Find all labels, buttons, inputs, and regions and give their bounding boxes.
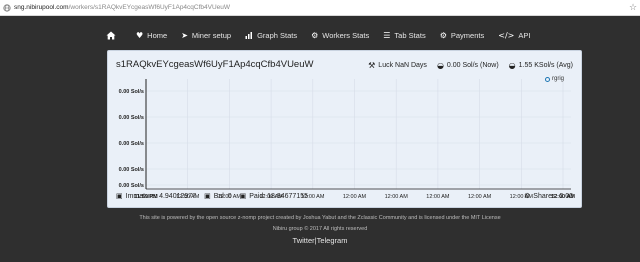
- luck-text: Luck NaN Days: [378, 62, 427, 69]
- immature-stat: ▣ Immature: 4.94012977: [116, 192, 196, 200]
- gears-icon: ⚙: [439, 30, 447, 40]
- y-tick-label: 0.00 Sol/s: [119, 89, 144, 95]
- paid-text: Paid: 18.94677155: [249, 192, 308, 200]
- y-tick-label: 0.00 Sol/s: [119, 115, 144, 121]
- bar-chart-icon: [245, 32, 253, 39]
- nav-home-icon-link[interactable]: [106, 31, 120, 40]
- star-icon[interactable]: ☆: [626, 3, 640, 13]
- footer-powered-by: This site is powered by the open source …: [139, 215, 501, 221]
- nav-tab-stats[interactable]: ☰ Tab Stats: [383, 31, 425, 40]
- y-tick-label: 0.00 Sol/s: [119, 141, 144, 147]
- money-icon: ▣: [239, 192, 247, 200]
- immature-text: Immature: 4.94012977: [125, 192, 197, 200]
- browser-address-bar[interactable]: sng.nibirupool.com/workers/s1RAQkvEYcgea…: [0, 0, 640, 16]
- gear-icon: ⚙: [524, 192, 531, 200]
- chart-legend[interactable]: rgrig: [544, 76, 564, 82]
- legend-dot: [544, 76, 550, 82]
- nav-home-label: Home: [147, 31, 168, 40]
- hashrate-now-stat: ◒ 0.00 Sol/s (Now): [437, 61, 499, 70]
- nav-api[interactable]: </> API: [498, 31, 530, 40]
- worker-panel: s1RAQkvEYcgeasWf6UyF1Ap4cqCfb4VUeuW ⚒ Lu…: [107, 50, 582, 208]
- list-icon: ☰: [383, 30, 391, 40]
- url-host: sng.nibirupool.com: [14, 4, 69, 11]
- legend-label: rgrig: [551, 76, 564, 82]
- nav-api-label: API: [518, 31, 531, 40]
- y-tick-label: 0.00 Sol/s: [119, 167, 144, 173]
- url-path: /workers/s1RAQkvEYcgeasWf6UyF1Ap4cqCfb4V…: [68, 4, 231, 11]
- worker-address: s1RAQkvEYcgeasWf6UyF1Ap4cqCfb4VUeuW: [116, 59, 314, 70]
- money-icon: ▣: [204, 192, 211, 200]
- telegram-link[interactable]: Telegram: [317, 236, 348, 245]
- worker-footer-stats: ▣ Immature: 4.94012977 ▣ Bal: 0 ▣ Paid: …: [116, 192, 573, 200]
- code-icon: </>: [498, 30, 515, 40]
- money-icon: ▣: [116, 192, 123, 200]
- y-tick-label: 0.00 Sol/s: [119, 183, 144, 189]
- nav-tab-stats-label: Tab Stats: [394, 31, 426, 40]
- nav-workers-stats-label: Workers Stats: [322, 31, 370, 40]
- nav-home[interactable]: ♥ Home: [136, 31, 167, 40]
- hammer-icon: ⚒: [368, 61, 376, 70]
- hashrate-avg-text: 1.55 KSol/s (Avg): [518, 62, 573, 69]
- nav-payments[interactable]: ⚙ Payments: [440, 31, 485, 40]
- nav-miner-setup-label: Miner setup: [191, 31, 232, 40]
- shares-text: Shares: 0.00: [533, 192, 573, 200]
- dashboard-icon: ◒: [508, 61, 516, 70]
- gears-icon: ⚙: [311, 30, 319, 40]
- rocket-icon: ➤: [181, 30, 188, 40]
- worker-header-stats: ⚒ Luck NaN Days ◒ 0.00 Sol/s (Now) ◒ 1.5…: [358, 61, 573, 70]
- nav-miner-setup[interactable]: ➤ Miner setup: [181, 31, 231, 40]
- hashrate-chart-svg: 0.00 Sol/s 0.00 Sol/s 0.00 Sol/s 0.00 Sol/s…: [119, 79, 575, 200]
- globe-icon: [0, 3, 14, 12]
- footer-links: Twitter|Telegram: [0, 236, 640, 245]
- twitter-link[interactable]: Twitter: [293, 236, 315, 245]
- footer-copyright: Nibiru group © 2017 All rights reserved: [272, 226, 368, 232]
- nav-payments-label: Payments: [450, 31, 485, 40]
- balance-text: Bal: 0: [213, 192, 232, 200]
- heart-icon: ♥: [136, 30, 144, 40]
- balance-stat: ▣ Bal: 0: [204, 192, 232, 200]
- hashrate-avg-stat: ◒ 1.55 KSol/s (Avg): [509, 61, 573, 70]
- home-icon: [106, 31, 116, 40]
- nav-graph-stats[interactable]: Graph Stats: [245, 31, 297, 40]
- hashrate-now-text: 0.00 Sol/s (Now): [446, 62, 499, 69]
- main-nav: ♥ Home ➤ Miner setup Graph Stats ⚙ Worke…: [106, 24, 544, 47]
- hashrate-chart: 0.00 Sol/s 0.00 Sol/s 0.00 Sol/s 0.00 Sol/s…: [116, 73, 576, 205]
- luck-stat: ⚒ Luck NaN Days: [368, 61, 427, 70]
- nav-graph-stats-label: Graph Stats: [257, 31, 298, 40]
- nav-workers-stats[interactable]: ⚙ Workers Stats: [311, 31, 369, 40]
- shares-stat: ⚙ Shares: 0.00: [524, 192, 573, 200]
- paid-stat: ▣ Paid: 18.94677155: [240, 192, 308, 200]
- dashboard-icon: ◒: [436, 61, 444, 70]
- url-text[interactable]: sng.nibirupool.com/workers/s1RAQkvEYcgea…: [14, 4, 626, 11]
